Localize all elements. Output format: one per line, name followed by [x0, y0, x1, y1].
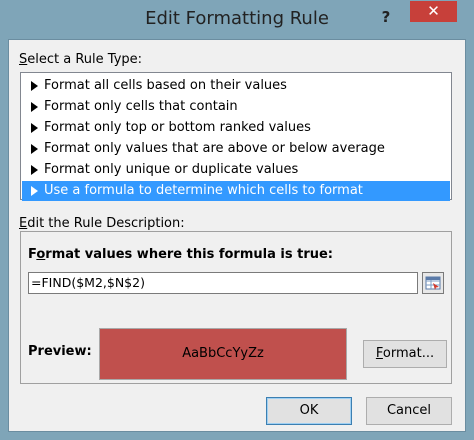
rule-type-item[interactable]: Format only values that are above or bel…: [22, 139, 450, 159]
preview-label: Preview:: [28, 344, 92, 359]
rule-type-item[interactable]: Format only top or bottom ranked values: [22, 118, 450, 138]
rule-description-label: Edit the Rule Description:: [19, 216, 185, 231]
format-preview: AaBbCcYyZz: [99, 328, 347, 380]
triangle-bullet-icon: [31, 123, 38, 133]
cancel-button[interactable]: Cancel: [366, 397, 452, 425]
triangle-bullet-icon: [31, 165, 38, 175]
help-button[interactable]: ?: [376, 6, 396, 28]
range-select-icon: [425, 276, 441, 290]
rule-type-list[interactable]: Format all cells based on their values F…: [20, 72, 452, 201]
triangle-bullet-icon: [31, 144, 38, 154]
triangle-bullet-icon: [31, 102, 38, 112]
rule-type-item[interactable]: Format only unique or duplicate values: [22, 160, 450, 180]
rule-type-item[interactable]: Format only cells that contain: [22, 97, 450, 117]
dialog-title: Edit Formatting Rule: [145, 8, 329, 29]
rule-type-label: Select a Rule Type:: [19, 52, 143, 67]
dialog-client-area: Select a Rule Type: Format all cells bas…: [8, 39, 466, 432]
rule-type-item[interactable]: Format all cells based on their values: [22, 76, 450, 96]
formula-input[interactable]: =FIND($M2,$N$2): [28, 272, 418, 294]
close-button[interactable]: ✕: [410, 1, 457, 22]
ok-button[interactable]: OK: [266, 397, 352, 425]
formula-label: Format values where this formula is true…: [28, 247, 333, 262]
edit-formatting-rule-dialog: Edit Formatting Rule ? ✕ Select a Rule T…: [0, 0, 474, 440]
triangle-bullet-icon: [31, 81, 38, 91]
collapse-dialog-button[interactable]: [422, 272, 444, 294]
rule-type-item-selected[interactable]: Use a formula to determine which cells t…: [22, 181, 450, 201]
format-button[interactable]: Format...: [363, 340, 447, 368]
triangle-bullet-icon: [31, 186, 38, 196]
rule-description-panel: Format values where this formula is true…: [20, 231, 452, 384]
